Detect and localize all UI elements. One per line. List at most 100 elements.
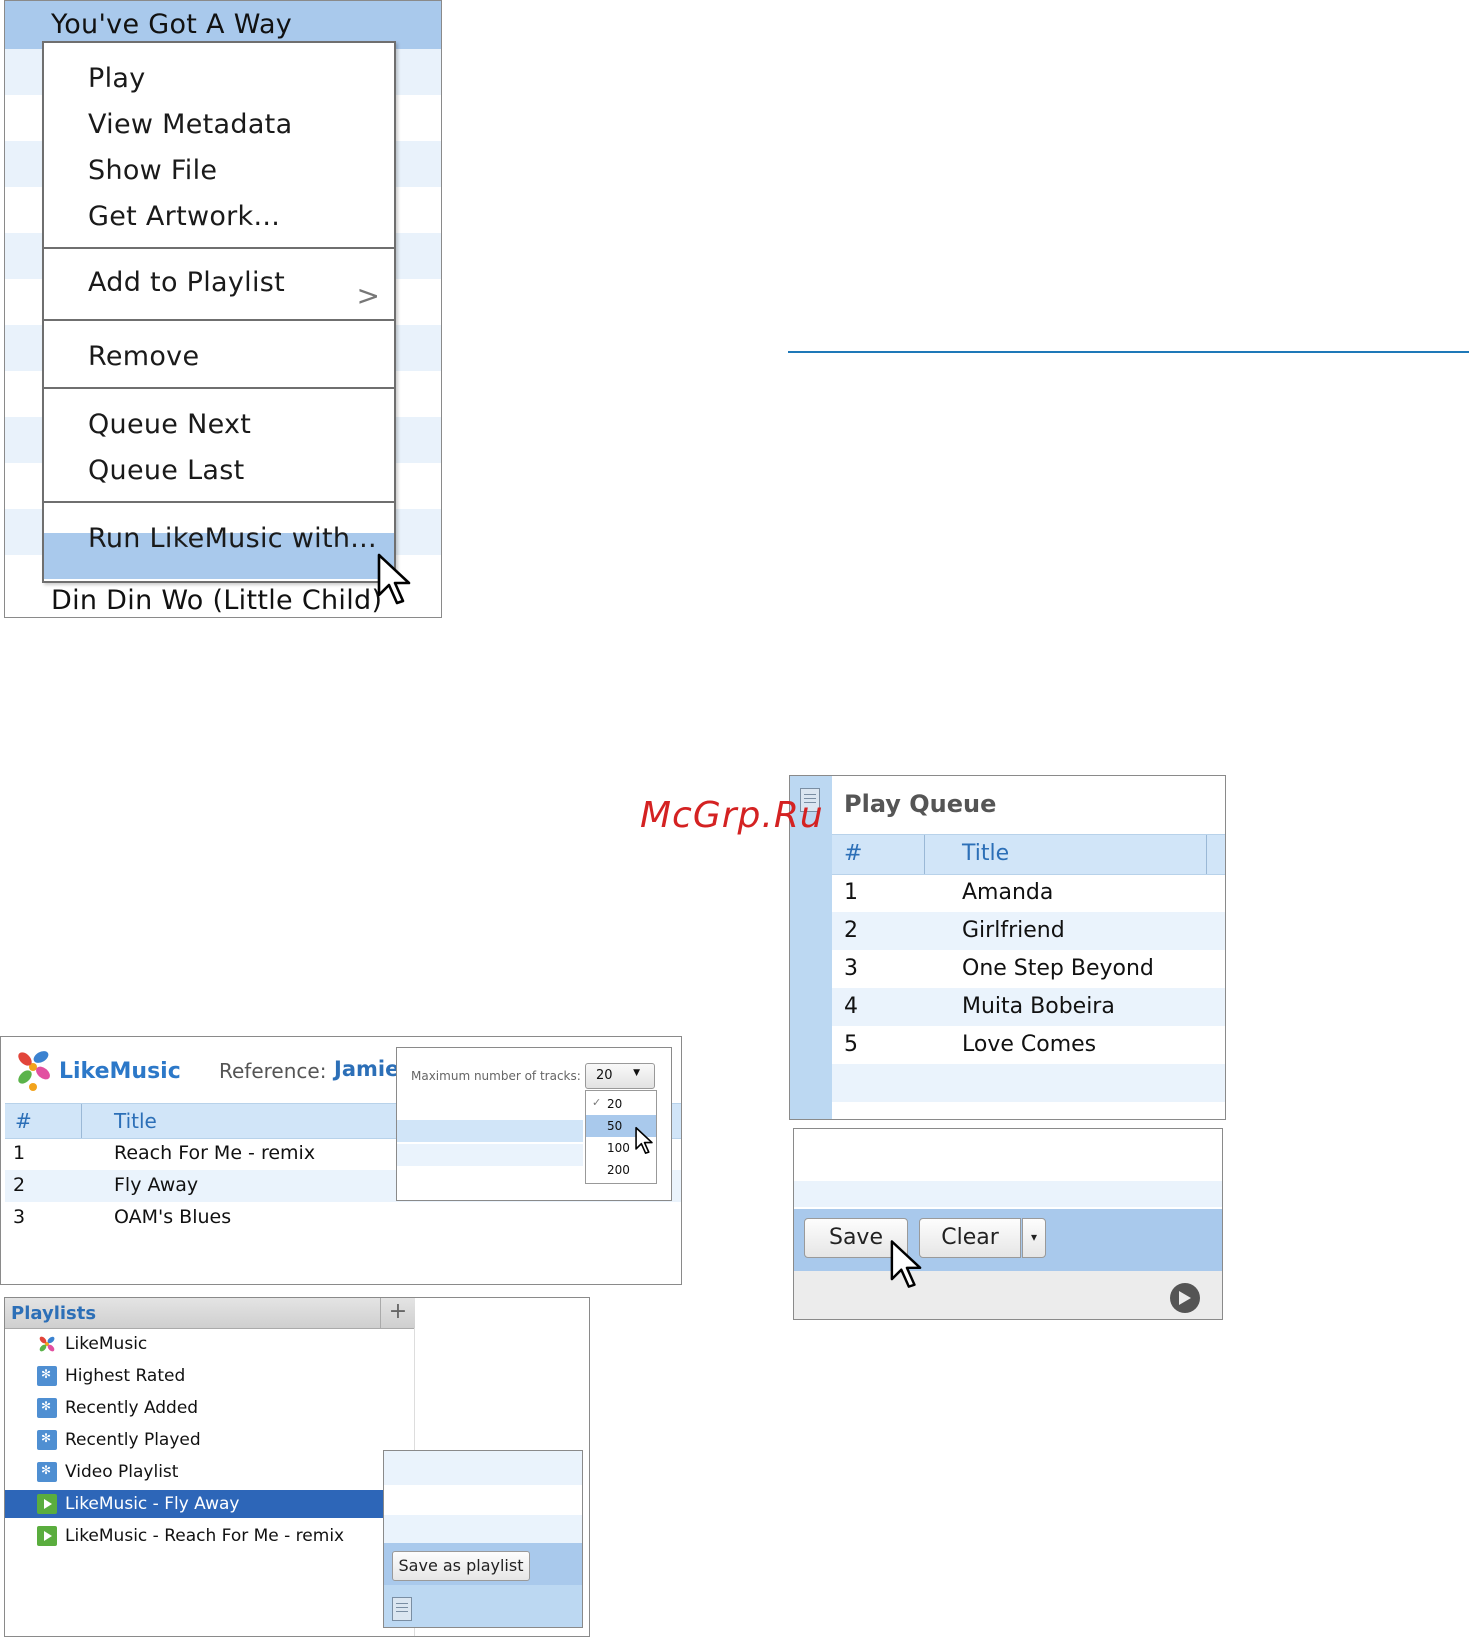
max-tracks-selected: 20 [596,1068,613,1083]
table-row[interactable]: 4 Muita Bobeira [832,988,1225,1026]
watermark: McGrp.Ru [640,795,824,836]
playlist-label: LikeMusic [65,1334,148,1354]
playlist-item-highest-rated[interactable]: Highest Rated [5,1362,385,1390]
playlists-header: Playlists + [5,1298,415,1329]
reference-label: Reference: [219,1059,327,1083]
mouse-cursor-icon [890,1240,922,1288]
track-title: One Step Beyond [962,956,1154,981]
clear-button[interactable]: Clear [919,1218,1021,1258]
table-row[interactable]: 3 One Step Beyond [832,950,1225,988]
playback-icon[interactable] [1170,1283,1200,1313]
menu-item-run-likemusic[interactable]: Run LikeMusic with... [88,523,377,554]
likemusic-brand: LikeMusic [59,1059,181,1084]
save-playlist-popup: Save as playlist [383,1450,583,1628]
mouse-cursor-icon [635,1126,653,1154]
playlist-item-recently-added[interactable]: Recently Added [5,1394,385,1422]
smart-playlist-icon [37,1398,57,1418]
table-row[interactable]: 5 Love Comes [832,1026,1225,1064]
check-icon: ✓ [592,1096,602,1109]
track-number: 5 [844,1032,858,1057]
menu-item-remove[interactable]: Remove [88,341,199,372]
option-20[interactable]: ✓ 20 [586,1093,656,1115]
clear-options-dropdown[interactable]: ▾ [1022,1218,1046,1258]
queue-footer [794,1271,1222,1319]
column-header-number[interactable]: # [844,841,862,866]
track-title: You've Got A Way [51,9,293,40]
menu-item-get-artwork[interactable]: Get Artwork... [88,201,280,232]
column-divider[interactable] [1206,835,1207,874]
likemusic-logo-icon [39,1336,55,1352]
table-row[interactable]: 3 OAM's Blues [5,1202,681,1234]
table-row[interactable]: 1 Amanda [832,874,1225,912]
horizontal-divider [788,351,1469,353]
track-title: Reach For Me - remix [114,1142,316,1164]
menu-item-add-to-playlist[interactable]: Add to Playlist [88,267,285,298]
track-list-context-screenshot: You've Got A Way Din Din Wo (Little Chil… [4,0,442,618]
playlist-label: Video Playlist [65,1462,179,1482]
column-divider[interactable] [81,1104,82,1138]
track-title: Din Din Wo (Little Child) [51,585,383,616]
table-row-empty [832,1064,1225,1102]
max-tracks-label: Maximum number of tracks: [411,1069,581,1083]
playlist-item-likemusic-fly-away[interactable]: LikeMusic - Fly Away [5,1490,385,1518]
queue-actions-panel: Save Clear ▾ [793,1128,1223,1320]
track-number: 3 [844,956,858,981]
save-as-playlist-button[interactable]: Save as playlist [392,1551,530,1581]
playlist-icon [37,1494,57,1514]
playlist-item-video-playlist[interactable]: Video Playlist [5,1458,385,1486]
playlist-item-likemusic-reach-for-me[interactable]: LikeMusic - Reach For Me - remix [5,1522,385,1550]
submenu-arrow-icon: > [356,279,380,312]
smart-playlist-icon [37,1462,57,1482]
playlist-label: LikeMusic - Fly Away [65,1494,240,1514]
play-queue-title: Play Queue [844,790,997,818]
track-title: Love Comes [962,1032,1097,1057]
menu-separator [44,501,394,503]
menu-item-play[interactable]: Play [88,63,146,94]
track-title: Fly Away [114,1174,199,1196]
playlist-icon [37,1526,57,1546]
track-row[interactable]: Din Din Wo (Little Child) [5,579,441,617]
playlist-label: LikeMusic - Reach For Me - remix [65,1526,345,1546]
add-playlist-button[interactable]: + [380,1298,415,1328]
track-title: OAM's Blues [114,1206,232,1228]
menu-item-view-metadata[interactable]: View Metadata [88,109,292,140]
playlists-title: Playlists [11,1303,97,1324]
mouse-cursor-icon [377,553,411,605]
column-header-title[interactable]: Title [114,1109,157,1133]
option-200[interactable]: 200 [586,1159,656,1181]
menu-separator [44,247,394,249]
document-icon [392,1597,412,1621]
playlist-label: Highest Rated [65,1366,186,1386]
track-number: 1 [844,880,858,905]
smart-playlist-icon [37,1430,57,1450]
playlist-label: Recently Played [65,1430,201,1450]
menu-separator [44,319,394,321]
smart-playlist-icon [37,1366,57,1386]
likemusic-logo-icon [18,1051,50,1091]
play-queue-panel: Play Queue # Title 1 Amanda 2 Girlfriend… [789,775,1226,1120]
column-divider[interactable] [924,835,925,874]
track-number: 2 [13,1174,26,1196]
track-number: 3 [13,1206,26,1228]
chevron-down-icon: ▼ [633,1068,640,1078]
menu-separator [44,387,394,389]
context-menu: Play View Metadata Show File Get Artwork… [42,41,396,583]
table-row[interactable]: 2 Girlfriend [832,912,1225,950]
menu-item-show-file[interactable]: Show File [88,155,217,186]
track-title: Amanda [962,880,1054,905]
track-number: 2 [844,918,858,943]
track-number: 1 [13,1142,26,1164]
max-tracks-select[interactable]: 20 ▼ [585,1063,655,1089]
column-header-title[interactable]: Title [962,841,1009,866]
menu-item-queue-last[interactable]: Queue Last [88,455,245,486]
playlist-label: Recently Added [65,1398,199,1418]
max-tracks-popup: Maximum number of tracks: 20 ▼ ✓ 20 50 1… [396,1047,672,1201]
column-header-number[interactable]: # [15,1109,32,1133]
track-title: Muita Bobeira [962,994,1115,1019]
save-playlist-footer [384,1585,582,1627]
playlist-item-likemusic[interactable]: LikeMusic [5,1330,385,1358]
menu-item-queue-next[interactable]: Queue Next [88,409,251,440]
reference-value[interactable]: Jamie [334,1057,399,1081]
playlist-item-recently-played[interactable]: Recently Played [5,1426,385,1454]
track-title: Girlfriend [962,918,1065,943]
